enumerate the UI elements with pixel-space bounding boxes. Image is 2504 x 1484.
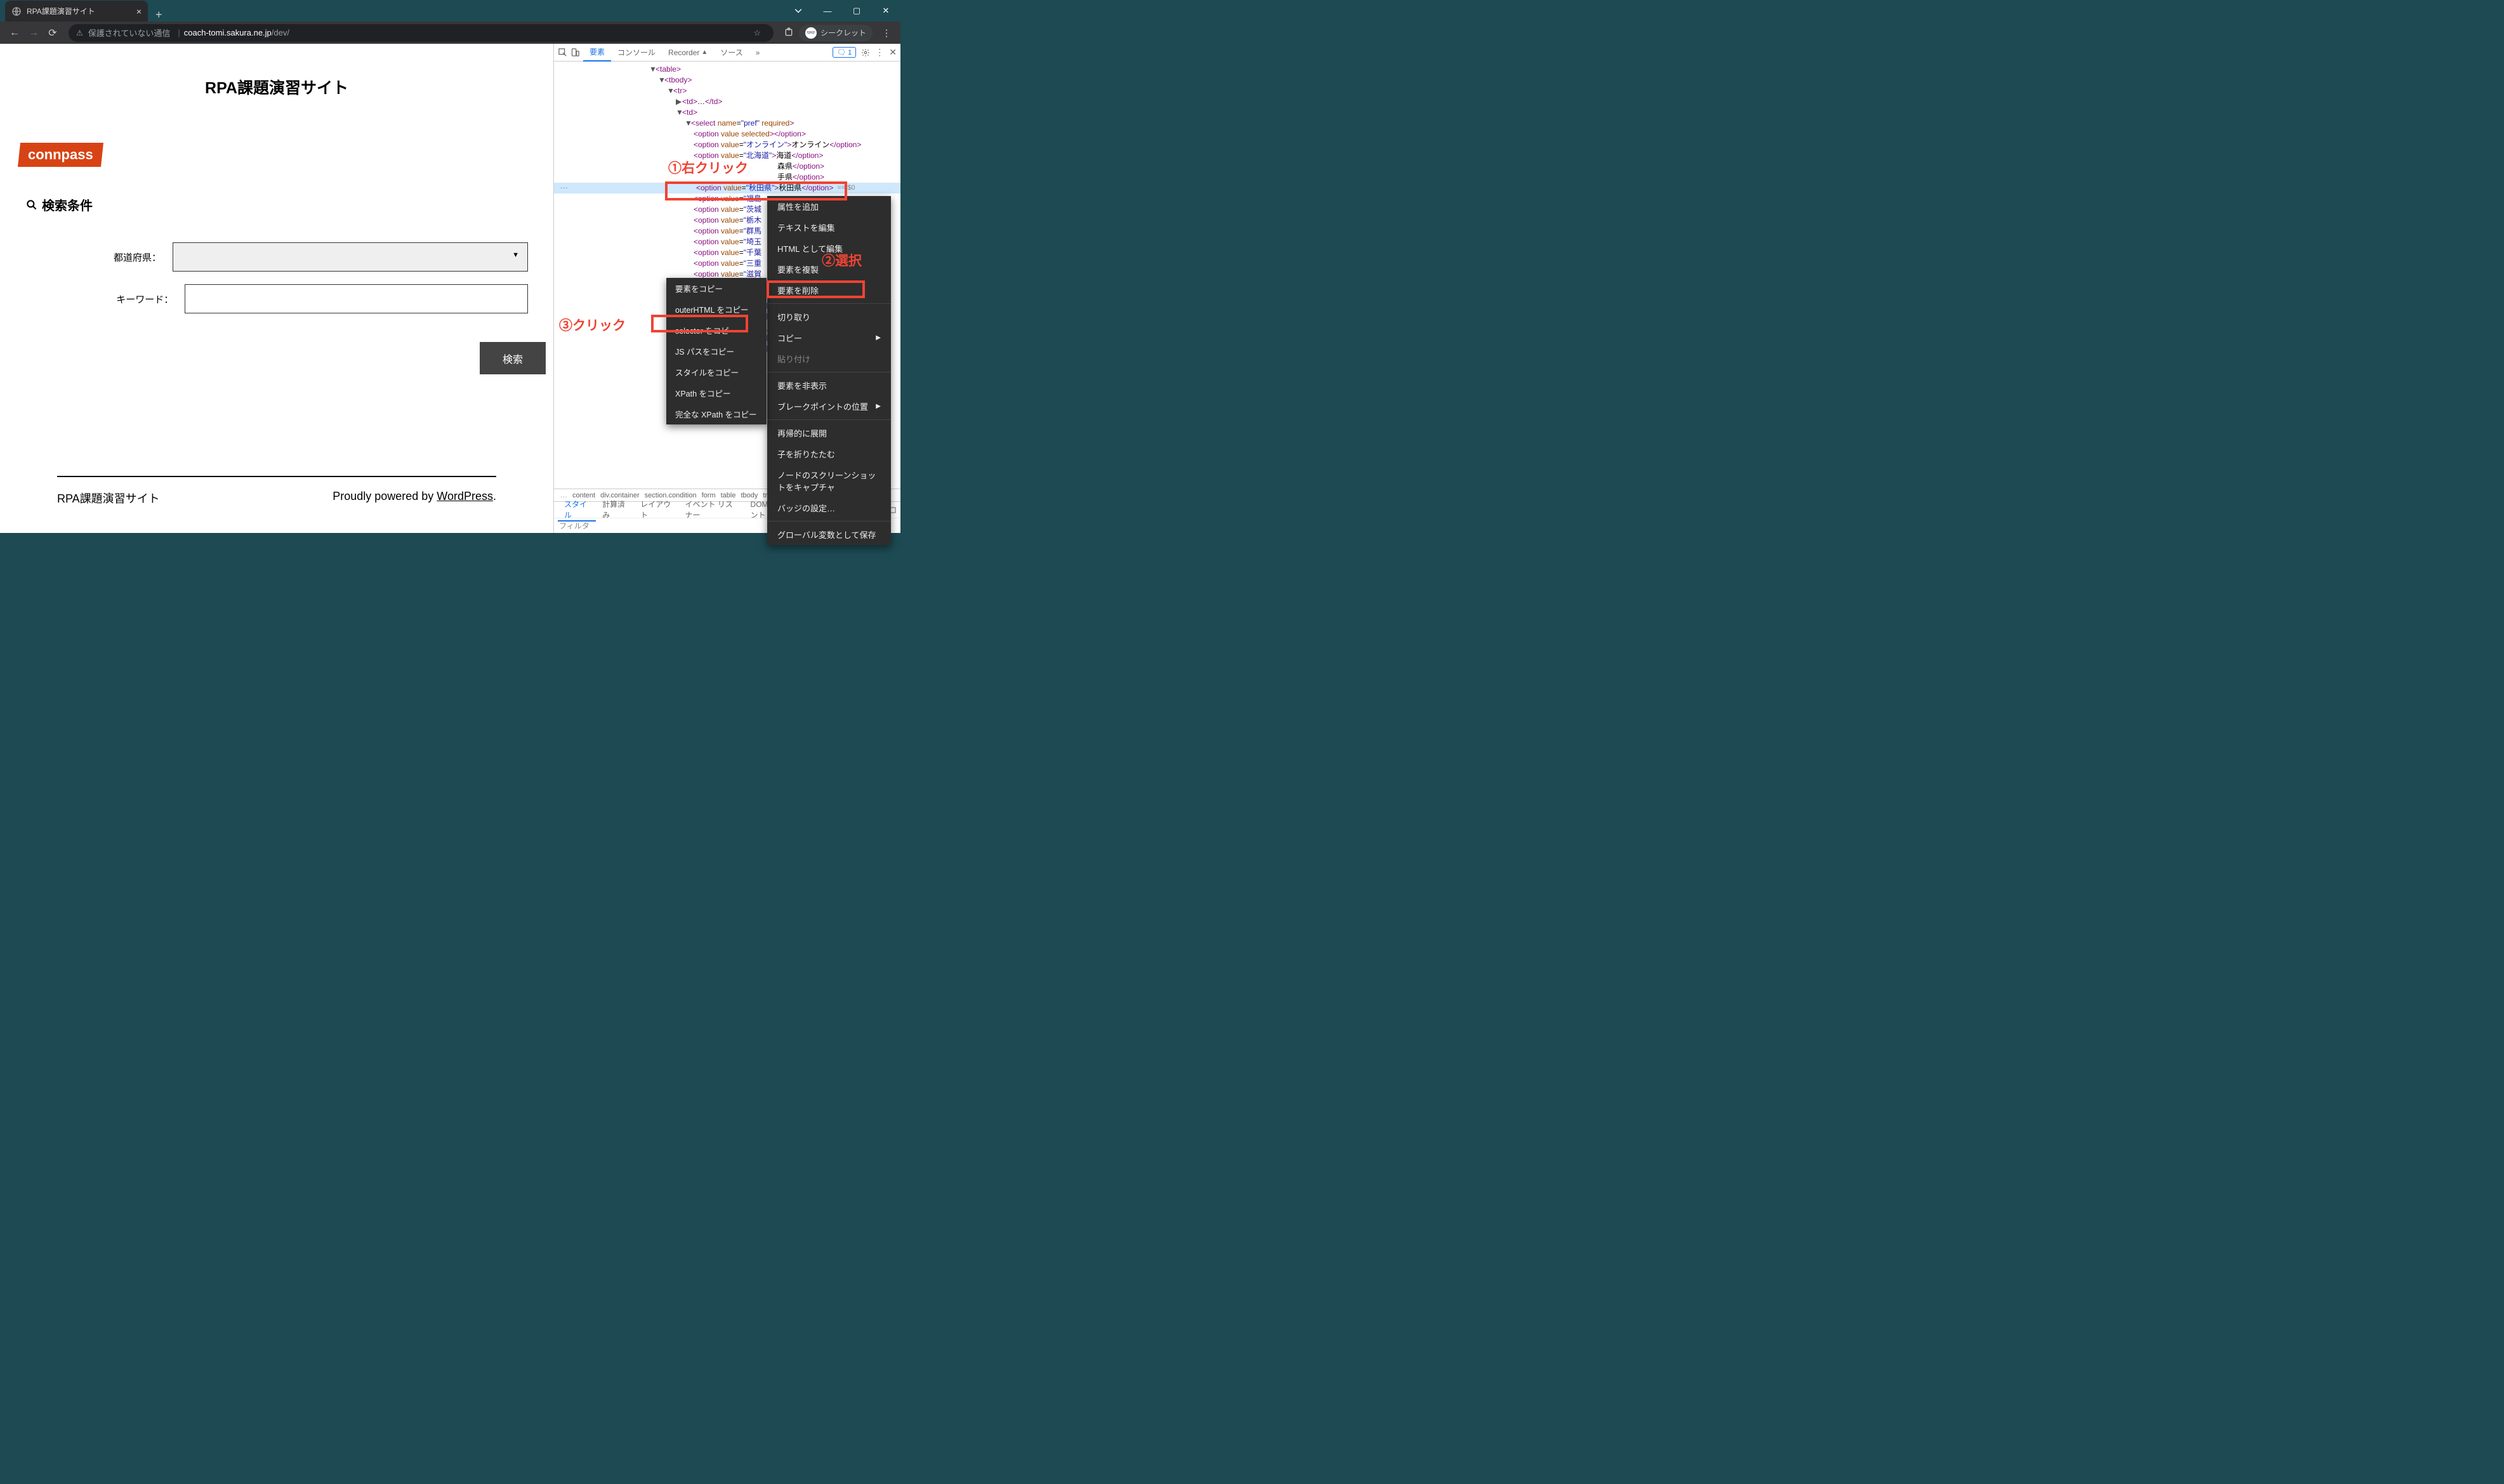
context-menu-item[interactable]: テキストを編集: [767, 217, 891, 238]
form-row-keyword: キーワード：: [25, 284, 528, 313]
content-row: RPA課題演習サイト connpass 検索条件 都道府県： キーワード：: [0, 44, 900, 533]
browser-menu-button[interactable]: ⋮: [876, 27, 895, 39]
close-icon[interactable]: ×: [136, 6, 142, 16]
context-menu-item[interactable]: ノードのスクリーンショットをキャプチャ: [767, 464, 891, 497]
annotation-2: ②選択: [822, 251, 862, 270]
warning-icon: ⚠: [76, 29, 83, 37]
context-submenu-item[interactable]: XPath をコピー: [666, 383, 767, 404]
footer-site-name: RPA課題演習サイト: [57, 490, 160, 506]
incognito-icon: 👓: [805, 27, 817, 39]
connpass-logo: connpass: [18, 143, 103, 167]
context-submenu-item[interactable]: JS パスをコピー: [666, 341, 767, 362]
search-icon: [25, 199, 38, 211]
tab-title: RPA課題演習サイト: [27, 6, 95, 16]
annotation-1: ①右クリック: [668, 158, 748, 177]
context-submenu-item[interactable]: 要素をコピー: [666, 278, 767, 299]
context-menu-item[interactable]: 要素を削除: [767, 280, 891, 301]
page-viewport: RPA課題演習サイト connpass 検索条件 都道府県： キーワード：: [0, 44, 553, 533]
wordpress-link[interactable]: WordPress: [437, 490, 493, 502]
context-submenu-item[interactable]: スタイルをコピー: [666, 362, 767, 383]
keyword-label: キーワード：: [25, 292, 185, 306]
context-menu-item[interactable]: 切り取り: [767, 306, 891, 327]
context-menu-item[interactable]: 要素を非表示: [767, 375, 891, 396]
devtools-header: 要素 コンソール Recorder▲ ソース » 🗨 1 ⋮ ✕: [554, 44, 900, 62]
keyword-input[interactable]: [185, 284, 528, 313]
maximize-button[interactable]: ▢: [842, 0, 871, 22]
pref-select[interactable]: [173, 242, 528, 272]
footer-divider: [57, 476, 496, 477]
context-menu-item[interactable]: バッジの設定…: [767, 497, 891, 518]
search-heading: 検索条件: [25, 195, 528, 214]
devtools-kebab-icon[interactable]: ⋮: [875, 47, 884, 58]
annotation-3: ③クリック: [559, 315, 626, 334]
tab-elements[interactable]: 要素: [583, 44, 611, 62]
context-menu: 属性を追加テキストを編集HTML として編集要素を複製要素を削除切り取りコピー▶…: [767, 196, 891, 545]
url-path: /dev/: [272, 28, 289, 37]
reload-button[interactable]: ⟳: [43, 23, 62, 43]
tab-recorder[interactable]: Recorder▲: [662, 44, 714, 62]
context-submenu-copy: 要素をコピーouterHTML をコピーselector をコピーJS パスをコ…: [666, 278, 767, 424]
bookmark-icon[interactable]: ☆: [753, 28, 761, 38]
gear-icon[interactable]: [861, 48, 870, 57]
context-menu-item[interactable]: ブレークポイントの位置▶: [767, 396, 891, 417]
tab-sources[interactable]: ソース: [714, 44, 749, 62]
context-submenu-item[interactable]: outerHTML をコピー: [666, 299, 767, 320]
globe-icon: [11, 6, 22, 16]
issue-badge[interactable]: 🗨 1: [833, 47, 856, 58]
forward-button[interactable]: →: [24, 23, 43, 43]
context-menu-item[interactable]: 貼り付け: [767, 348, 891, 369]
context-menu-item[interactable]: 子を折りたたむ: [767, 443, 891, 464]
search-button[interactable]: 検索: [480, 342, 546, 374]
back-button[interactable]: ←: [5, 23, 24, 43]
not-secure-label: 保護されていない通信: [88, 27, 171, 39]
devtools-panel: 要素 コンソール Recorder▲ ソース » 🗨 1 ⋮ ✕ ▼<table…: [553, 44, 900, 533]
context-menu-item[interactable]: 再帰的に展開: [767, 423, 891, 443]
url-host: coach-tomi.sakura.ne.jp: [184, 28, 272, 37]
tab-more[interactable]: »: [749, 44, 767, 62]
page-title: RPA課題演習サイト: [25, 76, 528, 98]
window-close-button[interactable]: ✕: [871, 0, 900, 22]
context-submenu-item[interactable]: selector をコピー: [666, 320, 767, 341]
tab-console[interactable]: コンソール: [611, 44, 662, 62]
context-menu-item[interactable]: グローバル変数として保存: [767, 524, 891, 545]
pref-label: 都道府県：: [25, 251, 173, 264]
page-footer: RPA課題演習サイト Proudly powered by WordPress.: [25, 490, 528, 506]
new-tab-button[interactable]: +: [148, 8, 170, 22]
device-icon[interactable]: [570, 48, 581, 58]
context-menu-item[interactable]: 属性を追加: [767, 196, 891, 217]
minimize-button[interactable]: —: [813, 0, 842, 22]
browser-toolbar: ← → ⟳ ⚠ 保護されていない通信 | coach-tomi.sakura.n…: [0, 22, 900, 44]
inspect-icon[interactable]: [558, 48, 568, 58]
address-bar[interactable]: ⚠ 保護されていない通信 | coach-tomi.sakura.ne.jp/d…: [69, 24, 774, 42]
browser-tab[interactable]: RPA課題演習サイト ×: [5, 1, 148, 22]
context-submenu-item[interactable]: 完全な XPath をコピー: [666, 404, 767, 424]
browser-titlebar: RPA課題演習サイト × + — ▢ ✕: [0, 0, 900, 22]
extensions-icon[interactable]: [784, 27, 795, 39]
caret-down-icon[interactable]: [784, 0, 813, 22]
devtools-close-icon[interactable]: ✕: [889, 47, 897, 58]
context-menu-item[interactable]: コピー▶: [767, 327, 891, 348]
footer-powered: Proudly powered by WordPress.: [333, 490, 496, 506]
form-row-pref: 都道府県：: [25, 242, 528, 272]
incognito-badge[interactable]: 👓 シークレット: [799, 25, 873, 41]
window-controls: — ▢ ✕: [784, 0, 900, 22]
